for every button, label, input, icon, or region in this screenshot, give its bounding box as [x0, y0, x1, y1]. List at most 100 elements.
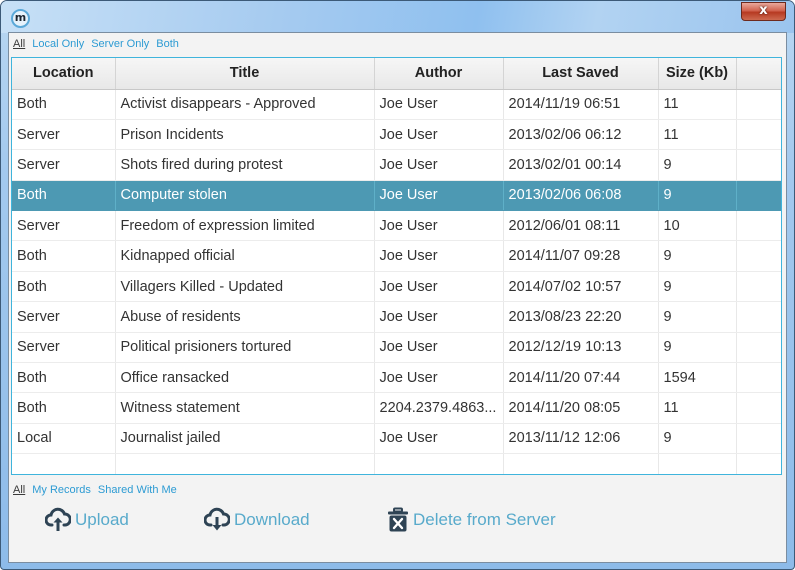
cell-last-saved: 2012/12/19 10:13 [503, 332, 659, 364]
filter-local-only[interactable]: Local Only [32, 38, 84, 54]
cell-size: 9 [658, 332, 737, 364]
filter-all[interactable]: All [13, 38, 25, 54]
cell-title: Journalist jailed [115, 423, 375, 455]
table-row[interactable]: Both Office ransacked Joe User 2014/11/20 0… [12, 362, 781, 394]
cell-author: Joe User [374, 119, 504, 151]
table-row[interactable]: Both Villagers Killed - Updated Joe User 20… [12, 271, 781, 303]
cell-size: 11 [658, 119, 737, 151]
cell-filler [736, 453, 781, 474]
cell-author: Joe User [374, 271, 504, 303]
cell-size: 9 [658, 301, 737, 333]
owner-filter-shared-with-me[interactable]: Shared With Me [98, 484, 177, 500]
cloud-download-icon [204, 507, 230, 531]
cell-last-saved: 2014/11/07 09:28 [503, 240, 659, 272]
column-header-author[interactable]: Author [374, 58, 504, 90]
cell-location: Both [12, 180, 116, 212]
cell-last-saved: 2013/02/06 06:08 [503, 180, 659, 212]
cell-title: Prison Incidents [115, 119, 375, 151]
owner-filter-bar: All My Records Shared With Me [13, 484, 177, 500]
cell-last-saved: 2014/11/20 07:44 [503, 362, 659, 394]
cell-location [12, 453, 116, 474]
download-button[interactable]: Download [204, 507, 310, 533]
upload-label: Upload [75, 510, 129, 529]
owner-filter-my-records[interactable]: My Records [32, 484, 91, 500]
table-row[interactable] [12, 453, 781, 474]
column-header-title[interactable]: Title [115, 58, 375, 90]
cell-author: Joe User [374, 210, 504, 242]
cell-location: Server [12, 149, 116, 181]
cell-filler [736, 210, 781, 242]
table-row[interactable]: Server Prison Incidents Joe User 2013/02/06… [12, 119, 781, 151]
cell-last-saved: 2013/02/06 06:12 [503, 119, 659, 151]
filter-both[interactable]: Both [156, 38, 179, 54]
cell-size: 11 [658, 392, 737, 424]
cell-title [115, 453, 375, 474]
cell-location: Server [12, 210, 116, 242]
cell-title: Abuse of residents [115, 301, 375, 333]
location-filter-bar: All Local Only Server Only Both [13, 38, 179, 54]
cell-title: Freedom of expression limited [115, 210, 375, 242]
cell-author [374, 453, 504, 474]
main-panel: All Local Only Server Only Both Location… [8, 32, 787, 563]
cell-location: Local [12, 423, 116, 455]
table-row[interactable]: Both Kidnapped official Joe User 2014/11/07… [12, 240, 781, 272]
cell-location: Server [12, 119, 116, 151]
cell-author: Joe User [374, 301, 504, 333]
cell-last-saved: 2013/11/12 12:06 [503, 423, 659, 455]
cell-author: Joe User [374, 180, 504, 212]
cell-title: Witness statement [115, 392, 375, 424]
cell-filler [736, 392, 781, 424]
table-row[interactable]: Both Witness statement 2204.2379.4863... 20… [12, 392, 781, 424]
column-header-last-saved[interactable]: Last Saved [503, 58, 659, 90]
cell-title: Activist disappears - Approved [115, 89, 375, 120]
cell-size: 9 [658, 180, 737, 212]
table-row[interactable]: Both Computer stolen Joe User 2013/02/06 06… [12, 180, 781, 212]
cell-last-saved: 2014/07/02 10:57 [503, 271, 659, 303]
cell-location: Server [12, 332, 116, 364]
delete-from-server-button[interactable]: Delete from Server [387, 507, 556, 533]
app-logo-icon: m [11, 9, 30, 28]
cell-title: Computer stolen [115, 180, 375, 212]
cell-author: Joe User [374, 89, 504, 120]
cell-filler [736, 301, 781, 333]
column-header-size[interactable]: Size (Kb) [658, 58, 737, 90]
table-row[interactable]: Both Activist disappears - Approved Joe Us… [12, 89, 781, 120]
filter-server-only[interactable]: Server Only [91, 38, 149, 54]
cell-filler [736, 89, 781, 120]
cell-size: 1594 [658, 362, 737, 394]
cell-filler [736, 240, 781, 272]
cell-author: Joe User [374, 149, 504, 181]
cell-location: Server [12, 301, 116, 333]
cell-title: Political prisioners tortured [115, 332, 375, 364]
cell-filler [736, 119, 781, 151]
close-button[interactable]: x [741, 2, 786, 21]
cell-location: Both [12, 271, 116, 303]
table-body: Both Activist disappears - Approved Joe Us… [12, 89, 781, 474]
cell-location: Both [12, 392, 116, 424]
cell-filler [736, 149, 781, 181]
table-row[interactable]: Server Freedom of expression limited Joe U… [12, 210, 781, 242]
table-row[interactable]: Server Abuse of residents Joe User 2013/08/… [12, 301, 781, 333]
table-header-row: Location Title Author Last Saved Size (K… [12, 58, 781, 90]
table-row[interactable]: Local Journalist jailed Joe User 2013/11/12… [12, 423, 781, 455]
cell-author: Joe User [374, 362, 504, 394]
cell-title: Villagers Killed - Updated [115, 271, 375, 303]
cell-filler [736, 423, 781, 455]
cloud-upload-icon [45, 507, 71, 531]
cell-author: Joe User [374, 240, 504, 272]
cell-last-saved [503, 453, 659, 474]
cell-location: Both [12, 240, 116, 272]
column-header-filler [736, 58, 781, 90]
cell-last-saved: 2014/11/19 06:51 [503, 89, 659, 120]
title-bar[interactable]: m x [1, 1, 794, 33]
app-window: m x All Local Only Server Only Both Loca… [0, 0, 795, 570]
table-row[interactable]: Server Shots fired during protest Joe User… [12, 149, 781, 181]
upload-button[interactable]: Upload [45, 507, 129, 533]
column-header-location[interactable]: Location [12, 58, 116, 90]
table-row[interactable]: Server Political prisioners tortured Joe U… [12, 332, 781, 364]
cell-last-saved: 2014/11/20 08:05 [503, 392, 659, 424]
cell-size: 9 [658, 423, 737, 455]
cell-author: Joe User [374, 332, 504, 364]
cell-last-saved: 2013/08/23 22:20 [503, 301, 659, 333]
owner-filter-all[interactable]: All [13, 484, 25, 500]
